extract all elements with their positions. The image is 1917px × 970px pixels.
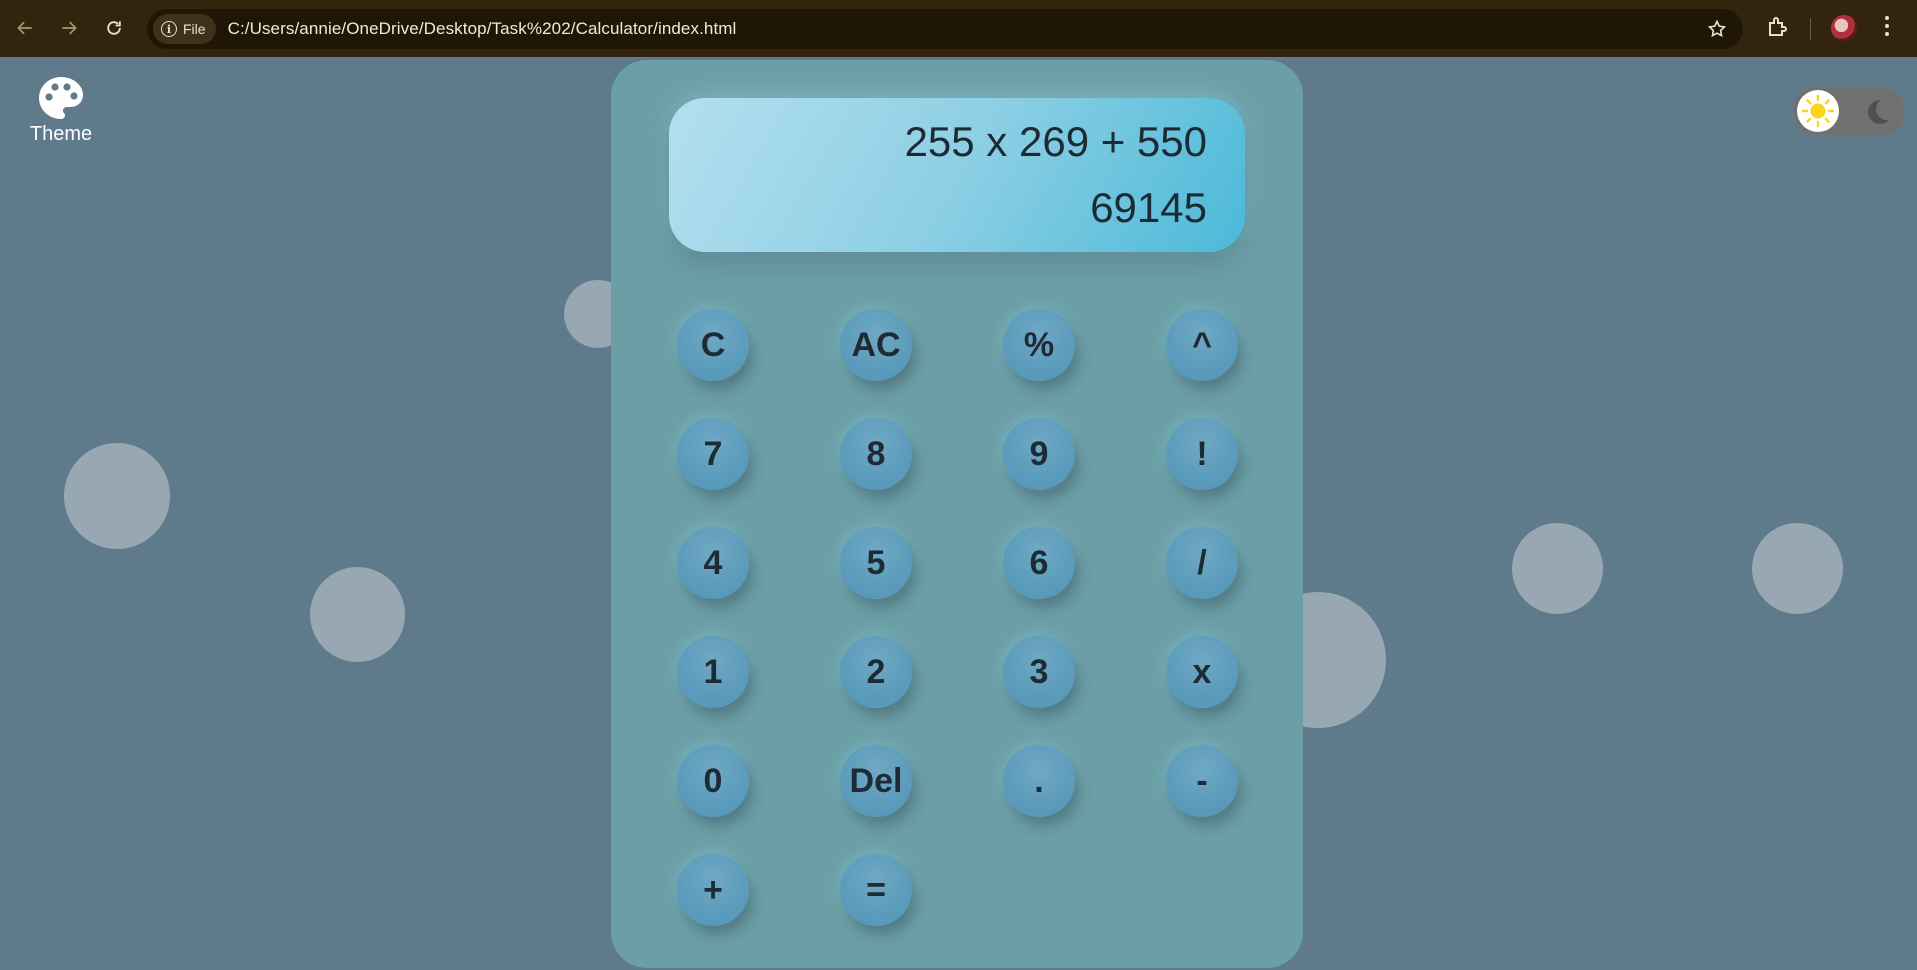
- extensions-icon[interactable]: [1766, 15, 1790, 39]
- address-bar[interactable]: i File C:/Users/annie/OneDrive/Desktop/T…: [147, 9, 1743, 49]
- palette-icon: [39, 77, 83, 119]
- reload-icon[interactable]: [101, 15, 127, 41]
- digit-1-button[interactable]: 1: [677, 636, 749, 708]
- digit-2-button[interactable]: 2: [840, 636, 912, 708]
- browser-toolbar: i File C:/Users/annie/OneDrive/Desktop/T…: [0, 0, 1917, 57]
- theme-button[interactable]: Theme: [26, 75, 96, 146]
- plus-button[interactable]: +: [677, 854, 749, 926]
- background-bubble: [310, 567, 405, 662]
- background-bubble: [1752, 523, 1843, 614]
- equals-button[interactable]: =: [840, 854, 912, 926]
- profile-avatar[interactable]: [1831, 15, 1857, 41]
- delete-button[interactable]: Del: [840, 745, 912, 817]
- info-icon: i: [161, 21, 177, 37]
- all-clear-button[interactable]: AC: [840, 309, 912, 381]
- toolbar-divider: [1810, 18, 1811, 40]
- percent-button[interactable]: %: [1003, 309, 1075, 381]
- url-text[interactable]: C:/Users/annie/OneDrive/Desktop/Task%202…: [228, 19, 737, 39]
- file-chip-label: File: [183, 21, 206, 37]
- multiply-button[interactable]: x: [1166, 636, 1238, 708]
- background-bubble: [1512, 523, 1603, 614]
- minus-button[interactable]: -: [1166, 745, 1238, 817]
- keypad: C AC % ^ 7 8 9 ! 4 5 6 / 1 2 3 x 0 Del .…: [611, 60, 1303, 968]
- background-bubble: [64, 443, 170, 549]
- decimal-button[interactable]: .: [1003, 745, 1075, 817]
- page: Theme 255 x 269 + 550 69145 C AC % ^ 7 8…: [0, 57, 1917, 970]
- factorial-button[interactable]: !: [1166, 418, 1238, 490]
- digit-6-button[interactable]: 6: [1003, 527, 1075, 599]
- back-arrow-icon[interactable]: [12, 15, 38, 41]
- toggle-knob: [1797, 90, 1839, 132]
- dark-mode-toggle[interactable]: [1793, 87, 1905, 135]
- digit-5-button[interactable]: 5: [840, 527, 912, 599]
- site-info-chip[interactable]: i File: [153, 14, 216, 44]
- digit-3-button[interactable]: 3: [1003, 636, 1075, 708]
- digit-4-button[interactable]: 4: [677, 527, 749, 599]
- divide-button[interactable]: /: [1166, 527, 1238, 599]
- calculator: 255 x 269 + 550 69145 C AC % ^ 7 8 9 ! 4…: [611, 60, 1303, 968]
- digit-9-button[interactable]: 9: [1003, 418, 1075, 490]
- forward-arrow-icon[interactable]: [56, 15, 82, 41]
- power-button[interactable]: ^: [1166, 309, 1238, 381]
- digit-8-button[interactable]: 8: [840, 418, 912, 490]
- kebab-menu-icon[interactable]: [1884, 16, 1890, 40]
- clear-button[interactable]: C: [677, 309, 749, 381]
- digit-0-button[interactable]: 0: [677, 745, 749, 817]
- moon-icon: [1868, 99, 1889, 124]
- digit-7-button[interactable]: 7: [677, 418, 749, 490]
- sun-icon: [1801, 94, 1835, 128]
- theme-label: Theme: [29, 123, 93, 145]
- star-icon[interactable]: [1707, 19, 1727, 39]
